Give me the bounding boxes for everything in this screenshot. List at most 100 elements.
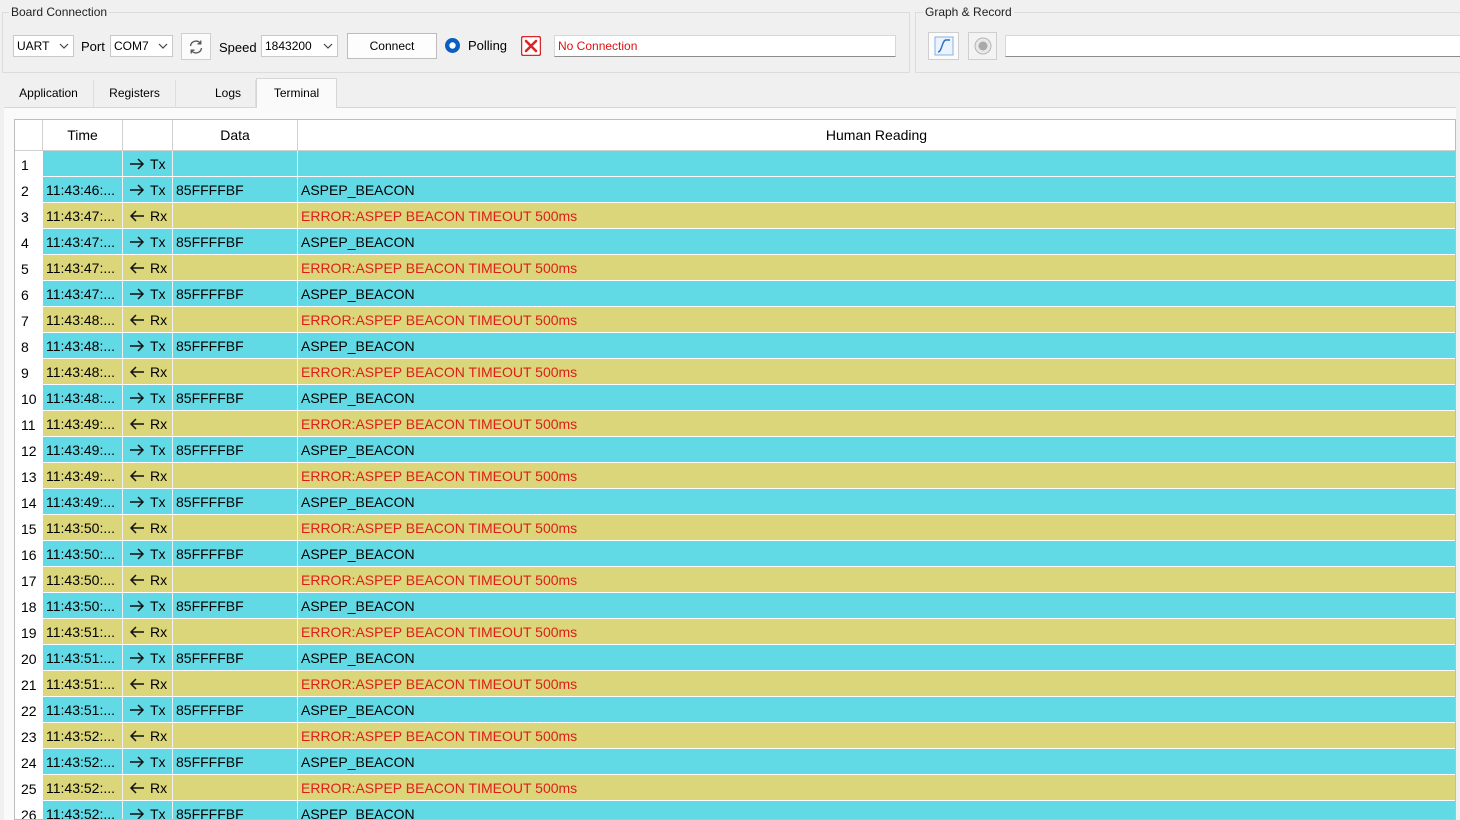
row-cells: 11:43:47:... Rx ERROR:ASPEP BEACON TIMEOUT… (43, 255, 1455, 280)
speed-label: Speed (219, 40, 257, 55)
direction-label: Tx (150, 234, 166, 250)
speed-select[interactable]: 1843200 (261, 35, 338, 57)
direction-column-header[interactable] (123, 120, 173, 151)
direction-label: Tx (150, 390, 166, 406)
row-cells: 11:43:48:... Tx 85FFFFBF ASPEP_BEACON (43, 385, 1455, 410)
row-number: 5 (15, 255, 43, 281)
table-row[interactable]: 16 11:43:50:... Tx 85FFFFBF ASPEP_BEACON (15, 541, 1455, 567)
arrow-right-icon (130, 756, 145, 768)
table-row[interactable]: 6 11:43:47:... Tx 85FFFFBF ASPEP_BEACON (15, 281, 1455, 307)
direction-label: Rx (150, 260, 168, 276)
direction-cell: Tx (123, 645, 173, 670)
arrow-left-icon (129, 730, 144, 742)
human-reading-cell: ERROR:ASPEP BEACON TIMEOUT 500ms (301, 520, 578, 536)
human-reading-cell: ERROR:ASPEP BEACON TIMEOUT 500ms (301, 416, 578, 432)
human-reading-cell: ERROR:ASPEP BEACON TIMEOUT 500ms (301, 208, 578, 224)
human-reading-cell: ASPEP_BEACON (301, 806, 415, 820)
time-cell: 11:43:48:... (43, 359, 123, 384)
direction-cell: Tx (123, 801, 173, 819)
table-row[interactable]: 11 11:43:49:... Rx ERROR:ASPEP BEACON TIMEO… (15, 411, 1455, 437)
table-row[interactable]: 4 11:43:47:... Tx 85FFFFBF ASPEP_BEACON (15, 229, 1455, 255)
table-row[interactable]: 3 11:43:47:... Rx ERROR:ASPEP BEACON TIMEOU… (15, 203, 1455, 229)
row-number: 10 (15, 385, 43, 411)
table-row[interactable]: 2 11:43:46:... Tx 85FFFFBF ASPEP_BEACON (15, 177, 1455, 203)
table-row[interactable]: 17 11:43:50:... Rx ERROR:ASPEP BEACON TIMEO… (15, 567, 1455, 593)
time-cell: 11:43:47:... (43, 203, 123, 228)
polling-radio[interactable]: Polling (444, 37, 514, 55)
row-cells: 11:43:51:... Rx ERROR:ASPEP BEACON TIMEOUT… (43, 671, 1455, 696)
human-reading-cell: ASPEP_BEACON (301, 494, 415, 510)
record-button[interactable] (968, 32, 997, 60)
table-row[interactable]: 12 11:43:49:... Tx 85FFFFBF ASPEP_BEACON (15, 437, 1455, 463)
radio-selected-icon (445, 38, 460, 53)
table-row[interactable]: 13 11:43:49:... Rx ERROR:ASPEP BEACON TIMEO… (15, 463, 1455, 489)
data-cell: 85FFFFBF (173, 229, 298, 254)
table-row[interactable]: 25 11:43:52:... Rx ERROR:ASPEP BEACON TIMEO… (15, 775, 1455, 801)
data-column-header[interactable]: Data (173, 120, 298, 151)
direction-cell: Rx (123, 255, 173, 280)
tab-application[interactable]: Application (4, 80, 94, 107)
arrow-right-icon (130, 340, 145, 352)
table-row[interactable]: 18 11:43:50:... Tx 85FFFFBF ASPEP_BEACON (15, 593, 1455, 619)
data-cell (173, 203, 298, 228)
time-cell: 11:43:48:... (43, 333, 123, 358)
human-reading-cell: ASPEP_BEACON (301, 182, 415, 198)
table-row[interactable]: 23 11:43:52:... Rx ERROR:ASPEP BEACON TIMEO… (15, 723, 1455, 749)
tab-terminal[interactable]: Terminal (256, 78, 337, 108)
speed-value: 1843200 (265, 39, 312, 53)
row-number: 4 (15, 229, 43, 255)
row-number: 14 (15, 489, 43, 515)
board-connection-title: Board Connection (9, 5, 110, 19)
graph-record-title: Graph & Record (923, 5, 1014, 19)
tab-registers[interactable]: Registers (94, 80, 176, 107)
record-path-field[interactable] (1005, 35, 1460, 57)
protocol-select[interactable]: UART (13, 35, 74, 57)
table-row[interactable]: 9 11:43:48:... Rx ERROR:ASPEP BEACON TIMEOU… (15, 359, 1455, 385)
human-reading-cell: ERROR:ASPEP BEACON TIMEOUT 500ms (301, 312, 578, 328)
time-column-header[interactable]: Time (43, 120, 123, 151)
port-select[interactable]: COM7 (110, 35, 173, 57)
connect-button[interactable]: Connect (347, 33, 437, 59)
data-cell (173, 255, 298, 280)
direction-label: Tx (150, 182, 166, 198)
table-row[interactable]: 19 11:43:51:... Rx ERROR:ASPEP BEACON TIMEO… (15, 619, 1455, 645)
table-row[interactable]: 8 11:43:48:... Tx 85FFFFBF ASPEP_BEACON (15, 333, 1455, 359)
data-cell: 85FFFFBF (173, 801, 298, 819)
refresh-ports-button[interactable] (181, 33, 211, 60)
time-cell: 11:43:50:... (43, 541, 123, 566)
table-row[interactable]: 10 11:43:48:... Tx 85FFFFBF ASPEP_BEACON (15, 385, 1455, 411)
table-row[interactable]: 26 11:43:52:... Tx 85FFFFBF ASPEP_BEACON (15, 801, 1455, 820)
table-row[interactable]: 24 11:43:52:... Tx 85FFFFBF ASPEP_BEACON (15, 749, 1455, 775)
terminal-table[interactable]: Time Data Human Reading 1 Tx 2 11:43:46:...… (14, 119, 1456, 820)
data-cell: 85FFFFBF (173, 645, 298, 670)
table-row[interactable]: 1 Tx (15, 151, 1455, 177)
data-cell: 85FFFFBF (173, 281, 298, 306)
table-row[interactable]: 7 11:43:48:... Rx ERROR:ASPEP BEACON TIMEOU… (15, 307, 1455, 333)
table-row[interactable]: 15 11:43:50:... Rx ERROR:ASPEP BEACON TIMEO… (15, 515, 1455, 541)
data-cell (173, 359, 298, 384)
human-reading-column-header[interactable]: Human Reading (298, 120, 1455, 151)
time-cell: 11:43:50:... (43, 567, 123, 592)
table-row[interactable]: 21 11:43:51:... Rx ERROR:ASPEP BEACON TIMEO… (15, 671, 1455, 697)
row-cells: 11:43:49:... Rx ERROR:ASPEP BEACON TIMEOUT… (43, 411, 1455, 436)
row-cells: 11:43:51:... Tx 85FFFFBF ASPEP_BEACON (43, 645, 1455, 670)
table-row[interactable]: 14 11:43:49:... Tx 85FFFFBF ASPEP_BEACON (15, 489, 1455, 515)
tab-logs[interactable]: Logs (176, 80, 256, 107)
data-cell: 85FFFFBF (173, 489, 298, 514)
row-cells: 11:43:49:... Tx 85FFFFBF ASPEP_BEACON (43, 437, 1455, 462)
tab-logs-label: Logs (215, 86, 242, 100)
time-cell: 11:43:51:... (43, 645, 123, 670)
row-number: 16 (15, 541, 43, 567)
direction-label: Tx (150, 546, 166, 562)
time-cell: 11:43:49:... (43, 437, 123, 462)
graph-button[interactable] (928, 32, 959, 60)
table-row[interactable]: 20 11:43:51:... Tx 85FFFFBF ASPEP_BEACON (15, 645, 1455, 671)
row-number: 9 (15, 359, 43, 385)
arrow-right-icon (130, 600, 145, 612)
direction-cell: Tx (123, 593, 173, 618)
table-row[interactable]: 5 11:43:47:... Rx ERROR:ASPEP BEACON TIMEOU… (15, 255, 1455, 281)
row-cells: 11:43:48:... Rx ERROR:ASPEP BEACON TIMEOUT… (43, 359, 1455, 384)
human-reading-cell (298, 151, 1455, 176)
table-row[interactable]: 22 11:43:51:... Tx 85FFFFBF ASPEP_BEACON (15, 697, 1455, 723)
data-cell (173, 671, 298, 696)
